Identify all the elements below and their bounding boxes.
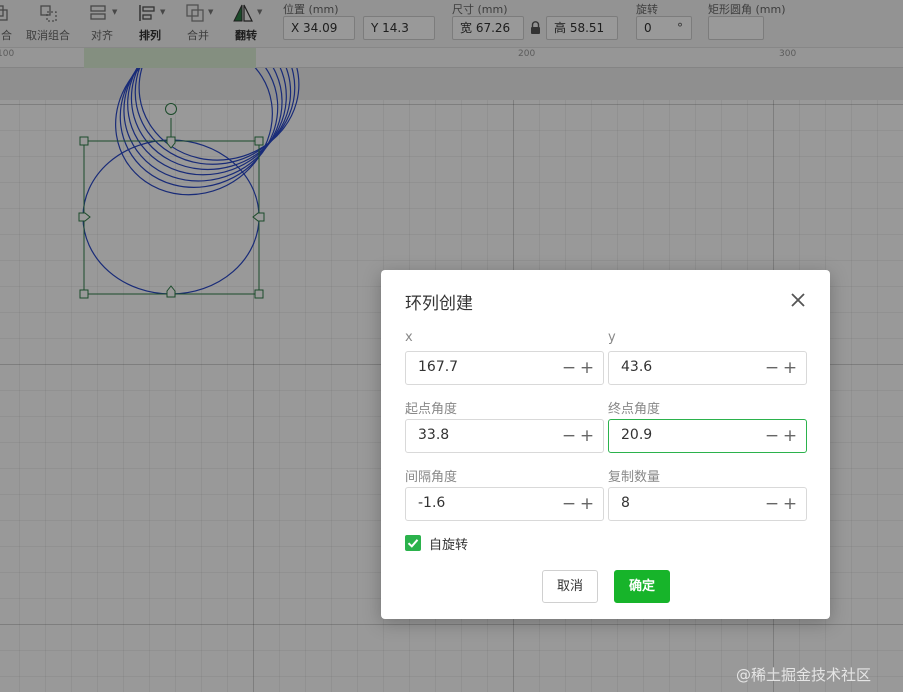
confirm-button[interactable]: 确定: [614, 570, 670, 603]
y-field-label: y: [608, 330, 616, 345]
end-angle-field[interactable]: 20.9 − +: [608, 419, 807, 453]
start-angle-value: 33.8: [418, 427, 450, 443]
x-field[interactable]: 167.7 − +: [405, 351, 604, 385]
start-angle-field[interactable]: 33.8 − +: [405, 419, 604, 453]
close-icon[interactable]: [788, 290, 808, 310]
copy-count-value: 8: [621, 495, 630, 511]
watermark: @稀土掘金技术社区: [736, 666, 872, 684]
start-angle-increment-button[interactable]: +: [576, 423, 598, 449]
end-angle-value: 20.9: [621, 427, 653, 443]
self-rotate-checkbox[interactable]: [405, 535, 421, 551]
y-increment-button[interactable]: +: [779, 355, 801, 381]
end-angle-label: 终点角度: [608, 402, 661, 417]
copy-count-label: 复制数量: [608, 470, 661, 485]
interval-angle-label: 间隔角度: [405, 470, 458, 485]
check-icon: [407, 539, 419, 548]
interval-angle-value: -1.6: [418, 495, 446, 511]
start-angle-label: 起点角度: [405, 402, 458, 417]
dialog-title: 环列创建: [405, 294, 473, 314]
interval-angle-increment-button[interactable]: +: [576, 491, 598, 517]
x-increment-button[interactable]: +: [576, 355, 598, 381]
circular-array-dialog: 环列创建 x 167.7 − + y 43.6 − + 起点角度 33.8 − …: [381, 270, 830, 619]
cancel-button[interactable]: 取消: [542, 570, 598, 603]
copy-count-increment-button[interactable]: +: [779, 491, 801, 517]
interval-angle-field[interactable]: -1.6 − +: [405, 487, 604, 521]
y-field[interactable]: 43.6 − +: [608, 351, 807, 385]
self-rotate-label[interactable]: 自旋转: [429, 534, 468, 553]
x-field-value: 167.7: [418, 359, 459, 375]
x-field-label: x: [405, 330, 413, 345]
y-field-value: 43.6: [621, 359, 653, 375]
copy-count-field[interactable]: 8 − +: [608, 487, 807, 521]
end-angle-increment-button[interactable]: +: [779, 423, 801, 449]
